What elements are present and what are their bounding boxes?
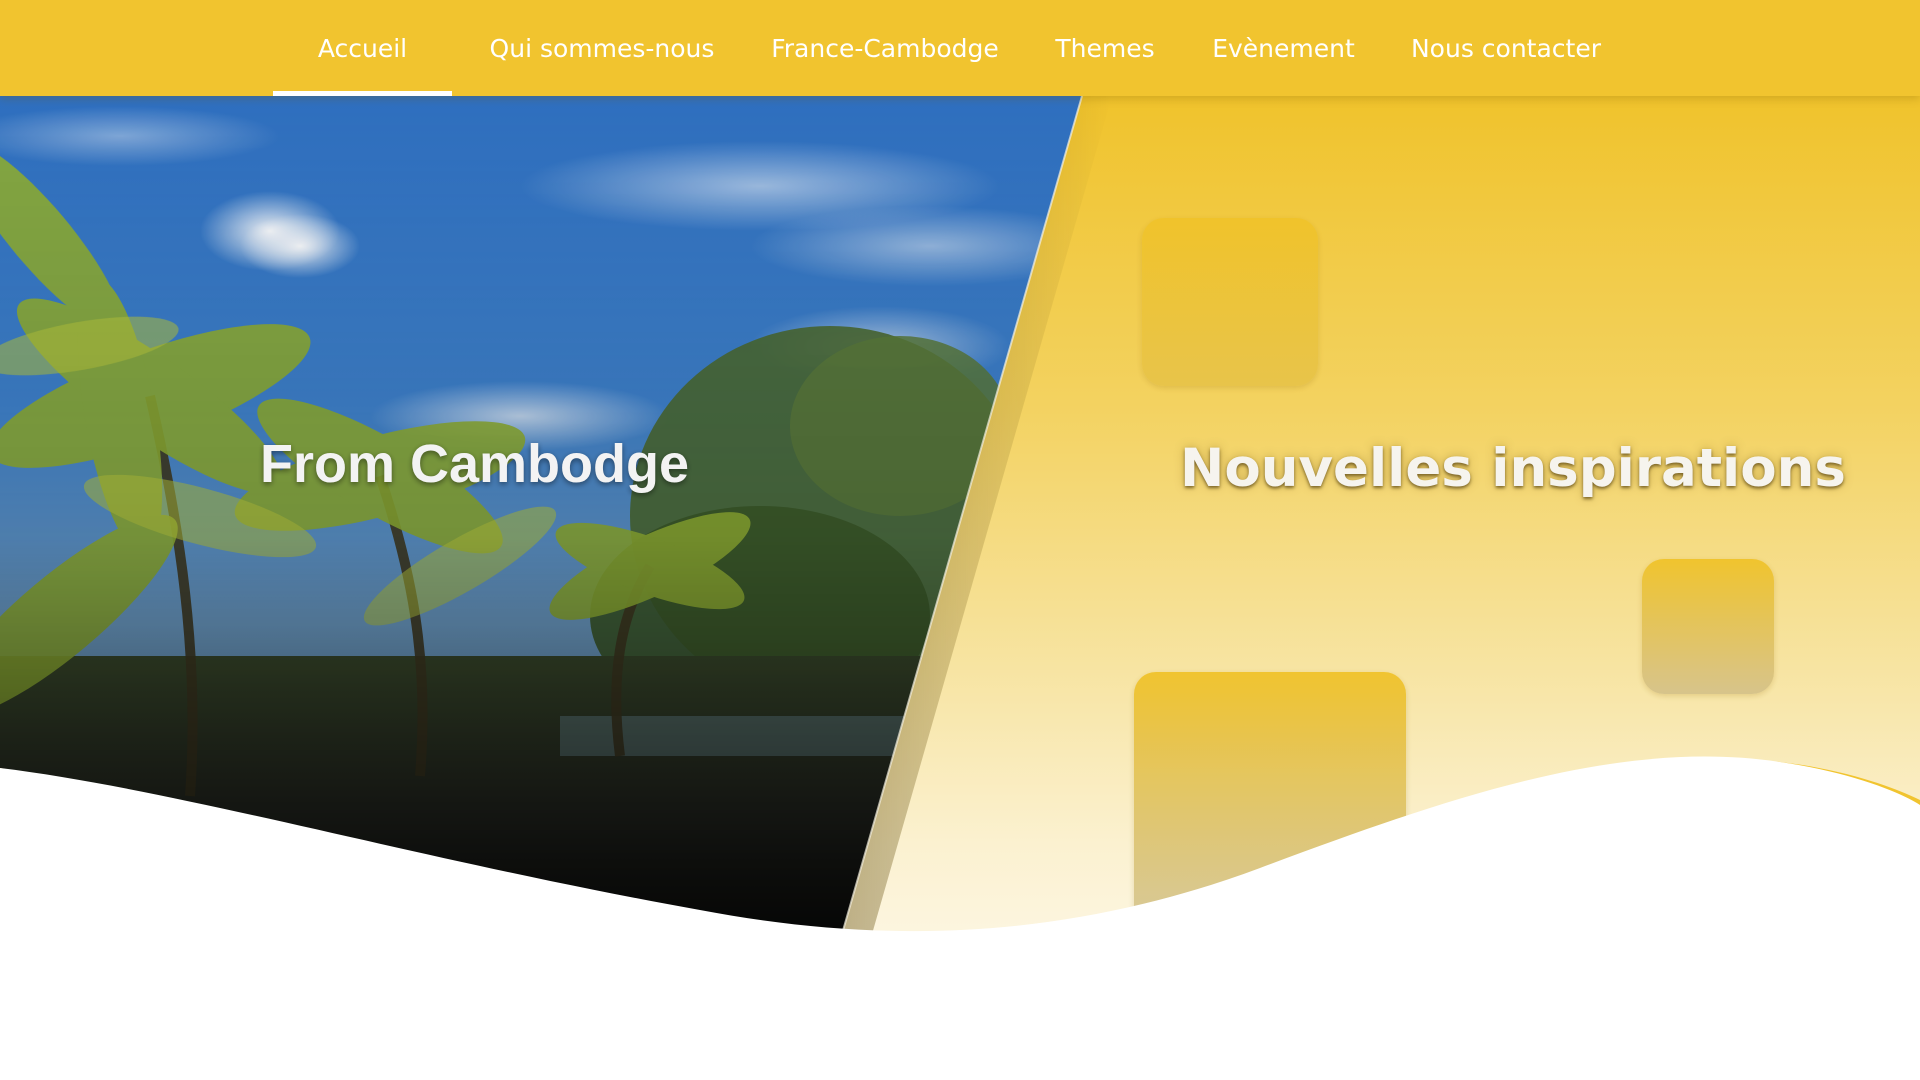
nav-item-qui-sommes-nous[interactable]: Qui sommes-nous bbox=[478, 0, 726, 96]
decorative-square bbox=[1134, 672, 1406, 952]
nav-item-nous-contacter[interactable]: Nous contacter bbox=[1403, 0, 1609, 96]
hero-title-nouvelles-inspirations: Nouvelles inspirations bbox=[1180, 438, 1846, 499]
main-nav: Accueil Qui sommes-nous France-Cambodge … bbox=[0, 0, 1920, 96]
nav-item-evenement[interactable]: Evènement bbox=[1201, 0, 1366, 96]
nav-item-accueil[interactable]: Accueil bbox=[273, 0, 452, 96]
nav-item-france-cambodge[interactable]: France-Cambodge bbox=[764, 0, 1006, 96]
page: Accueil Qui sommes-nous France-Cambodge … bbox=[0, 0, 1920, 1080]
hero-title-from-cambodge: From Cambodge bbox=[260, 434, 690, 494]
hero-section: From Cambodge Nouvelles inspirations bbox=[0, 96, 1920, 976]
decorative-square bbox=[1142, 218, 1318, 386]
decorative-square bbox=[1642, 559, 1774, 694]
nav-item-themes[interactable]: Themes bbox=[1043, 0, 1167, 96]
